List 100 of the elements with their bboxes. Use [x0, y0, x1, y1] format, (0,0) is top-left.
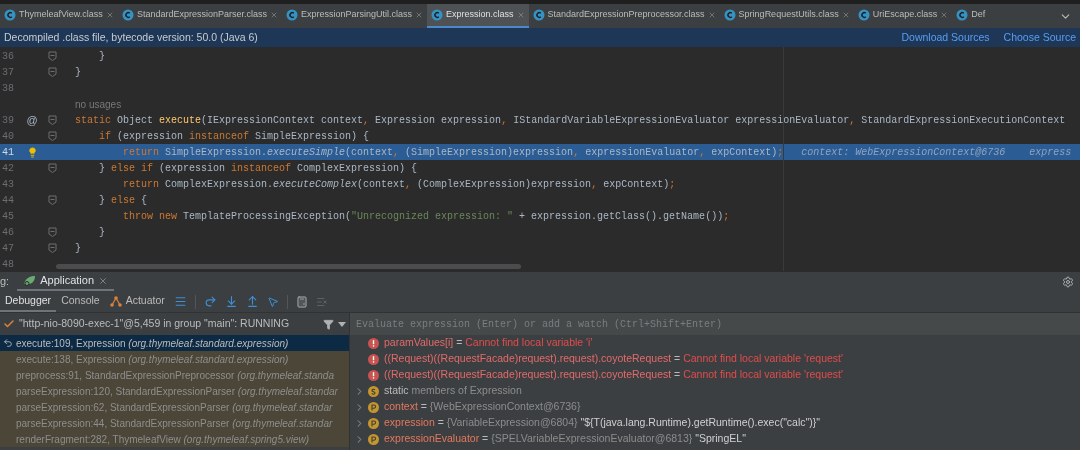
variable-text[interactable]: ((Request)((RequestFacade)request).request).coyoteRequest = Cannot find local variable 'request' — [384, 351, 843, 367]
stack-frame[interactable]: renderFragment:282, ThymeleafView (org.thymeleaf.spring5.view) — [0, 431, 349, 447]
close-icon[interactable] — [707, 11, 716, 19]
field-icon — [368, 401, 379, 413]
info-message: Decompiled .class file, bytecode version: 50.0 (Java 6) — [4, 29, 258, 45]
step-into-icon[interactable] — [224, 295, 238, 308]
class-icon — [431, 9, 443, 21]
stack-frame[interactable]: execute:109, Expression (org.thymeleaf.standard.expression) — [0, 335, 349, 351]
debug-tab[interactable]: Console — [56, 291, 105, 312]
stack-frame[interactable]: preprocess:91, StandardExpressionPreprocessor (org.thymeleaf.standa — [0, 367, 349, 383]
close-icon[interactable] — [98, 275, 108, 286]
close-icon[interactable] — [105, 11, 114, 19]
line-number: 39 — [1, 113, 15, 128]
dropdown-caret-icon[interactable] — [338, 321, 346, 327]
fold-marker-icon[interactable] — [47, 163, 57, 173]
close-icon[interactable] — [841, 11, 850, 19]
line-number: 47 — [1, 241, 15, 256]
editor-tab[interactable]: SpringRequestUtils.class — [719, 4, 854, 28]
code-line: } else if (expression instanceof ComplexExpression) { — [98, 161, 418, 176]
variable-text[interactable]: expressionEvaluator = {SPELVariableExpressionEvaluator@6813} "SpringEL" — [384, 431, 746, 447]
close-icon[interactable] — [940, 11, 949, 19]
horizontal-scrollbar[interactable] — [56, 264, 521, 269]
trace-icon[interactable] — [315, 295, 328, 308]
editor-tab[interactable]: ExpressionParsingUtil.class — [281, 4, 427, 28]
code-line: } — [75, 65, 81, 80]
class-icon — [857, 9, 870, 21]
calculator-icon[interactable] — [295, 295, 308, 308]
stack-frame[interactable]: parseExpression:120, StandardExpressionParser (org.thymeleaf.standar — [0, 383, 349, 399]
code-line: throw new TemplateProcessingException("Unrecognized expression: " + expression.getClass().getName()); — [122, 209, 730, 224]
variable-text[interactable]: ((Request)((RequestFacade)request).request).coyoteRequest = Cannot find local variable 'request' — [384, 367, 843, 383]
line-number: 41 — [1, 145, 15, 160]
editor-tab[interactable]: StandardExpressionPreprocessor.class — [528, 4, 720, 28]
variable-text[interactable]: expression = {VariableExpression@6804} "${T(java.lang.Runtime).getRuntime().exec("calc")}" — [384, 415, 820, 431]
fold-marker-icon[interactable] — [47, 51, 57, 61]
class-icon — [121, 9, 134, 21]
stack-frame[interactable]: parseExpression:44, StandardExpressionParser (org.thymeleaf.standar — [0, 415, 349, 431]
check-icon — [3, 318, 15, 330]
field-icon — [368, 433, 379, 445]
code-line: return SimpleExpression.executeSimple(context, (SimpleExpression)expression, expressionEvaluator, expContext); context: WebExpressionContext@6736 express — [122, 145, 1072, 160]
fold-marker-icon[interactable] — [47, 67, 57, 77]
editor-tab[interactable]: UriEscape.class — [853, 4, 953, 28]
info-link[interactable]: Choose Source — [1003, 29, 1076, 46]
nodes-icon — [109, 294, 122, 307]
fold-marker-icon[interactable] — [47, 195, 57, 205]
code-line: return ComplexExpression.executeComplex(context, (ComplexExpression)expression, expContext); — [122, 177, 676, 192]
class-icon — [285, 9, 298, 21]
info-link[interactable]: Download Sources — [901, 29, 990, 46]
step-over-icon[interactable] — [203, 295, 217, 308]
line-number: 44 — [1, 193, 15, 208]
field-icon — [368, 417, 379, 429]
step-out-icon[interactable] — [245, 295, 259, 308]
class-icon — [4, 9, 16, 21]
line-number: 38 — [1, 81, 15, 96]
line-number: 43 — [1, 177, 15, 192]
close-icon[interactable] — [415, 11, 423, 19]
gutter-marker[interactable]: @ — [26, 111, 38, 129]
code-line: static Object execute(IExpressionContext context, Expression expression, IStandardVariableExpressionEvaluator expressionEvaluator, StandardExpressionExecutionContext — [75, 113, 1066, 128]
run-to-cursor-icon[interactable] — [266, 295, 279, 308]
code-line: } — [98, 225, 105, 240]
lightbulb-icon[interactable] — [26, 146, 38, 158]
code-line: } — [98, 49, 105, 64]
editor-tab[interactable]: Expression.class — [427, 4, 529, 28]
return-arrow-icon — [3, 338, 13, 348]
leaf-icon — [23, 275, 37, 286]
debug-tab[interactable]: Actuator — [104, 291, 170, 312]
filter-icon[interactable] — [323, 318, 334, 330]
settings-icon[interactable] — [1062, 275, 1074, 288]
usages-hint[interactable]: no usages — [75, 96, 122, 112]
static-icon — [368, 385, 379, 397]
stack-frame[interactable]: execute:138, Expression (org.thymeleaf.standard.expression) — [0, 351, 349, 367]
variable-text[interactable]: context = {WebExpressionContext@6736} — [384, 399, 581, 415]
error-icon — [368, 337, 379, 349]
line-number: 37 — [1, 65, 15, 80]
fold-marker-icon[interactable] — [47, 243, 57, 253]
tool-window-title: g: — [0, 274, 11, 290]
close-icon[interactable] — [269, 11, 278, 19]
error-icon — [368, 369, 379, 381]
class-icon — [723, 9, 736, 21]
class-icon — [532, 9, 545, 21]
line-number: 46 — [1, 225, 15, 240]
class-icon — [956, 9, 969, 21]
code-line: } — [75, 241, 81, 256]
menu-icon[interactable] — [173, 295, 187, 308]
variable-text[interactable]: static members of Expression — [384, 383, 522, 399]
editor-tab[interactable]: ThymeleafView.class — [0, 4, 118, 28]
line-number: 42 — [1, 161, 15, 176]
variable-text[interactable]: paramValues[i] = Cannot find local variable 'i' — [384, 335, 593, 351]
code-line: if (expression instanceof SimpleExpression) { — [98, 129, 370, 144]
editor-tab[interactable]: StandardExpressionParser.class — [117, 4, 282, 28]
thread-selector[interactable]: "http-nio-8090-exec-1"@5,459 in group "main": RUNNING — [19, 316, 290, 332]
fold-marker-icon[interactable] — [47, 115, 57, 125]
fold-marker-icon[interactable] — [47, 131, 57, 141]
fold-marker-icon[interactable] — [47, 227, 57, 237]
close-icon[interactable] — [516, 11, 525, 19]
line-number: 40 — [1, 129, 15, 144]
line-number: 45 — [1, 209, 15, 224]
stack-frame[interactable]: parseExpression:62, StandardExpressionParser (org.thymeleaf.standar — [0, 399, 349, 415]
code-line: } else { — [98, 193, 148, 208]
editor-tab[interactable]: Def — [952, 4, 990, 28]
error-icon — [368, 353, 379, 365]
